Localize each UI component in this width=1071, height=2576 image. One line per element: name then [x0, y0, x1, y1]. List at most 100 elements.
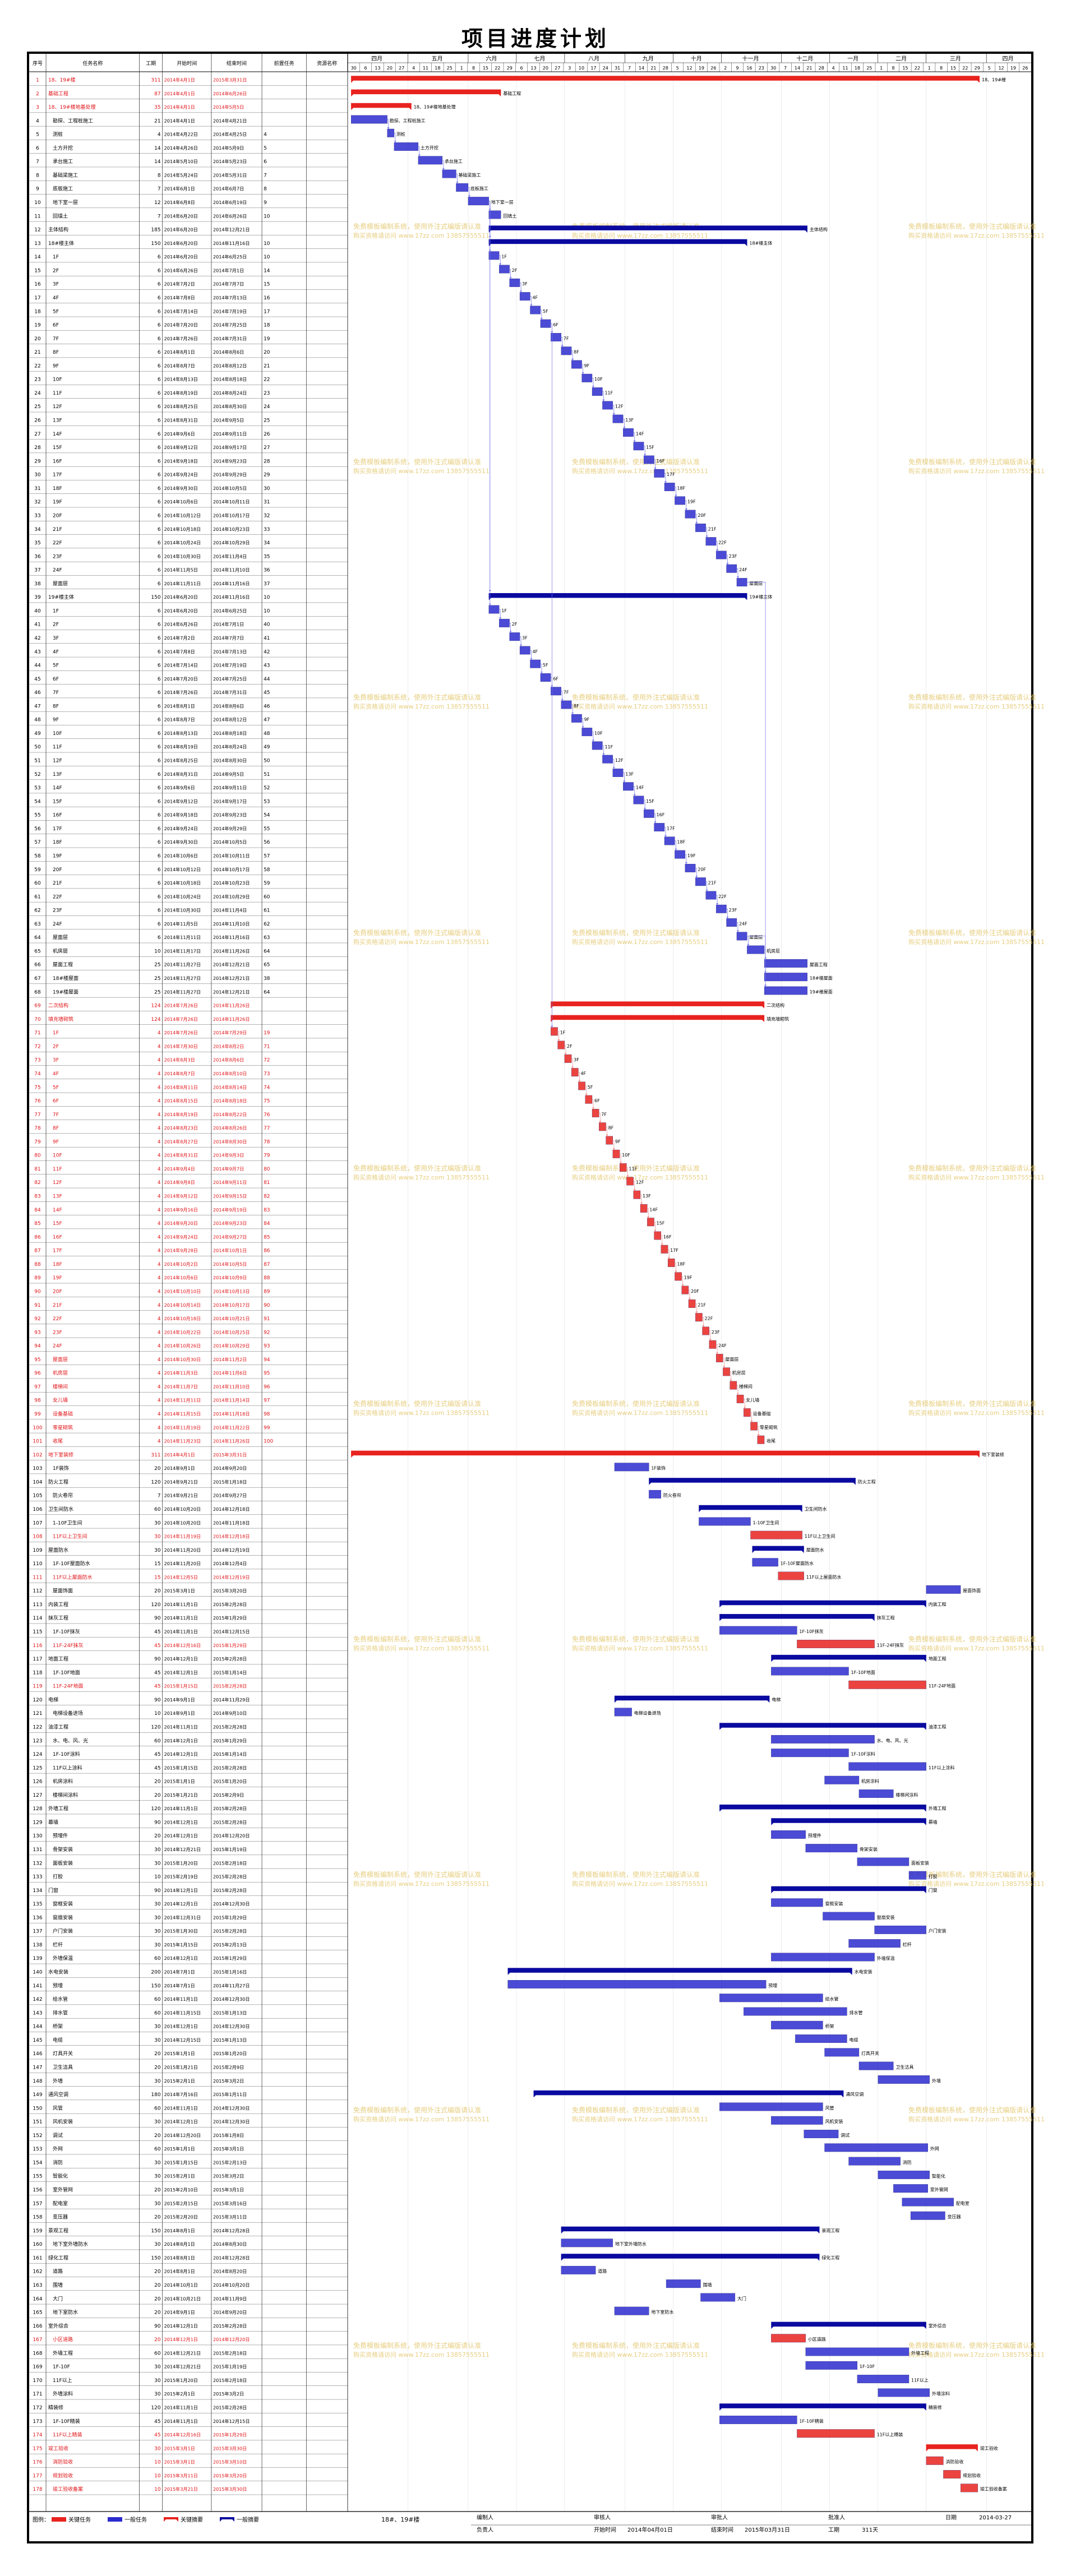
watermark-line1: 免费模板编制系统，使用外注式编版请认准 [353, 1635, 481, 1643]
task-id: 122 [33, 1724, 42, 1730]
task-duration: 311 [151, 77, 160, 83]
week-label: 14 [795, 66, 800, 71]
task-name: 18#楼主体 [48, 240, 74, 247]
dependency-arrow [661, 1243, 663, 1246]
task-bar [551, 687, 561, 696]
task-end: 2015年3月11日 [213, 2214, 247, 2220]
task-name: 户门安装 [53, 1928, 73, 1935]
watermark-line1: 免费模板编制系统，使用外注式编版请认准 [353, 1870, 481, 1879]
bar-label: 油漆工程 [929, 1724, 947, 1729]
task-name: 电梯设备进场 [53, 1710, 83, 1717]
task-name: 11F以上精装 [53, 2431, 82, 2438]
task-bar [715, 904, 727, 913]
task-predecessor: 76 [264, 1112, 270, 1118]
task-name: 6F [53, 323, 59, 329]
bar-label: 15F [657, 1221, 665, 1226]
bar-label: 1F装饰 [651, 1465, 666, 1471]
task-start: 2014年9月1日 [164, 1465, 195, 1471]
task-end: 2015年2月28日 [213, 1602, 247, 1607]
task-name: 防火工程 [48, 1478, 68, 1485]
bar-label: 16F [663, 1234, 672, 1240]
task-duration: 60 [154, 2010, 161, 2016]
task-start: 2015年3月11日 [164, 2473, 198, 2478]
week-label: 9 [736, 66, 738, 71]
dependency-arrow [744, 1407, 746, 1409]
dependency-arrow [668, 1257, 671, 1259]
task-id: 135 [33, 1902, 42, 1907]
task-name: 门窗 [48, 1887, 58, 1894]
task-end: 2015年2月28日 [213, 1888, 247, 1893]
task-start: 2014年4月22日 [164, 132, 198, 137]
task-start: 2014年9月8日 [164, 1180, 195, 1185]
task-id: 108 [33, 1534, 42, 1540]
task-start: 2015年1月15日 [164, 1765, 198, 1770]
task-start: 2014年8月31日 [164, 1153, 198, 1158]
task-predecessor: 15 [264, 282, 270, 288]
task-start: 2014年8月11日 [164, 1084, 198, 1090]
task-name: 23F [53, 1330, 62, 1335]
task-end: 2014年10月17日 [213, 867, 250, 872]
task-predecessor: 45 [264, 690, 270, 696]
task-id: 118 [33, 1670, 42, 1676]
task-id: 134 [33, 1888, 42, 1894]
task-name: 屋面层 [53, 935, 68, 941]
task-name: 主体结构 [48, 226, 68, 233]
bar-label: 窗框安装 [825, 1901, 843, 1907]
task-duration: 60 [154, 1956, 161, 1962]
task-duration: 6 [158, 813, 161, 818]
task-bar [795, 2034, 847, 2043]
task-name: 骨架安装 [53, 1846, 73, 1853]
bar-label: 9F [615, 1139, 621, 1144]
task-id: 155 [33, 2174, 42, 2180]
task-duration: 6 [158, 799, 161, 804]
task-predecessor: 58 [264, 867, 270, 873]
task-id: 157 [33, 2201, 42, 2207]
bar-label: 二次结构 [767, 1002, 784, 1008]
task-name: 水电安装 [48, 1969, 68, 1976]
task-bar [640, 1204, 648, 1213]
task-name: 11F [53, 744, 62, 750]
task-bar [771, 1667, 849, 1676]
task-predecessor: 80 [264, 1167, 270, 1172]
task-id: 177 [33, 2473, 42, 2479]
task-name: 油漆工程 [48, 1723, 68, 1730]
task-bar [824, 2143, 928, 2152]
task-end: 2015年2月28日 [213, 1724, 247, 1729]
task-id: 86 [34, 1234, 41, 1240]
task-bar [394, 142, 419, 151]
task-name: 零星砌筑 [53, 1424, 73, 1431]
task-bar [848, 2157, 901, 2166]
task-bar [623, 782, 634, 791]
task-start: 2014年7月2日 [164, 281, 195, 287]
task-name: 15F [53, 445, 62, 451]
task-end: 2014年9月23日 [213, 458, 247, 464]
task-duration: 4 [158, 1316, 161, 1322]
task-start: 2014年8月1日 [164, 2269, 195, 2274]
task-id: 100 [33, 1425, 42, 1431]
task-id: 93 [34, 1330, 40, 1335]
task-end: 2015年3月16日 [213, 2200, 247, 2206]
task-start: 2014年9月24日 [164, 826, 198, 831]
task-bar [719, 1994, 823, 2002]
task-name: 11F以上涂料 [53, 1764, 82, 1771]
task-bar [699, 1517, 751, 1526]
task-end: 2014年11月10日 [213, 1384, 250, 1389]
task-start: 2014年7月26日 [164, 336, 198, 341]
task-bar [848, 1762, 926, 1771]
task-predecessor: 35 [264, 554, 270, 559]
dependency-arrow [705, 535, 708, 538]
task-duration: 6 [158, 282, 161, 288]
task-name: 19#楼主体 [48, 594, 74, 600]
task-end: 2015年1月13日 [213, 2010, 247, 2015]
dependency-arrow [530, 658, 533, 660]
task-predecessor: 19 [264, 336, 270, 342]
task-start: 2014年9月6日 [164, 785, 195, 790]
task-name: 精装修 [48, 2404, 63, 2411]
week-label: 26 [710, 66, 716, 71]
task-name: 勘探、工程桩施工 [53, 117, 93, 124]
task-predecessor: 53 [264, 799, 270, 804]
week-label: 12 [686, 66, 692, 71]
task-start: 2014年9月24日 [164, 472, 198, 478]
task-id: 161 [33, 2255, 42, 2261]
week-label: 6 [520, 66, 523, 71]
